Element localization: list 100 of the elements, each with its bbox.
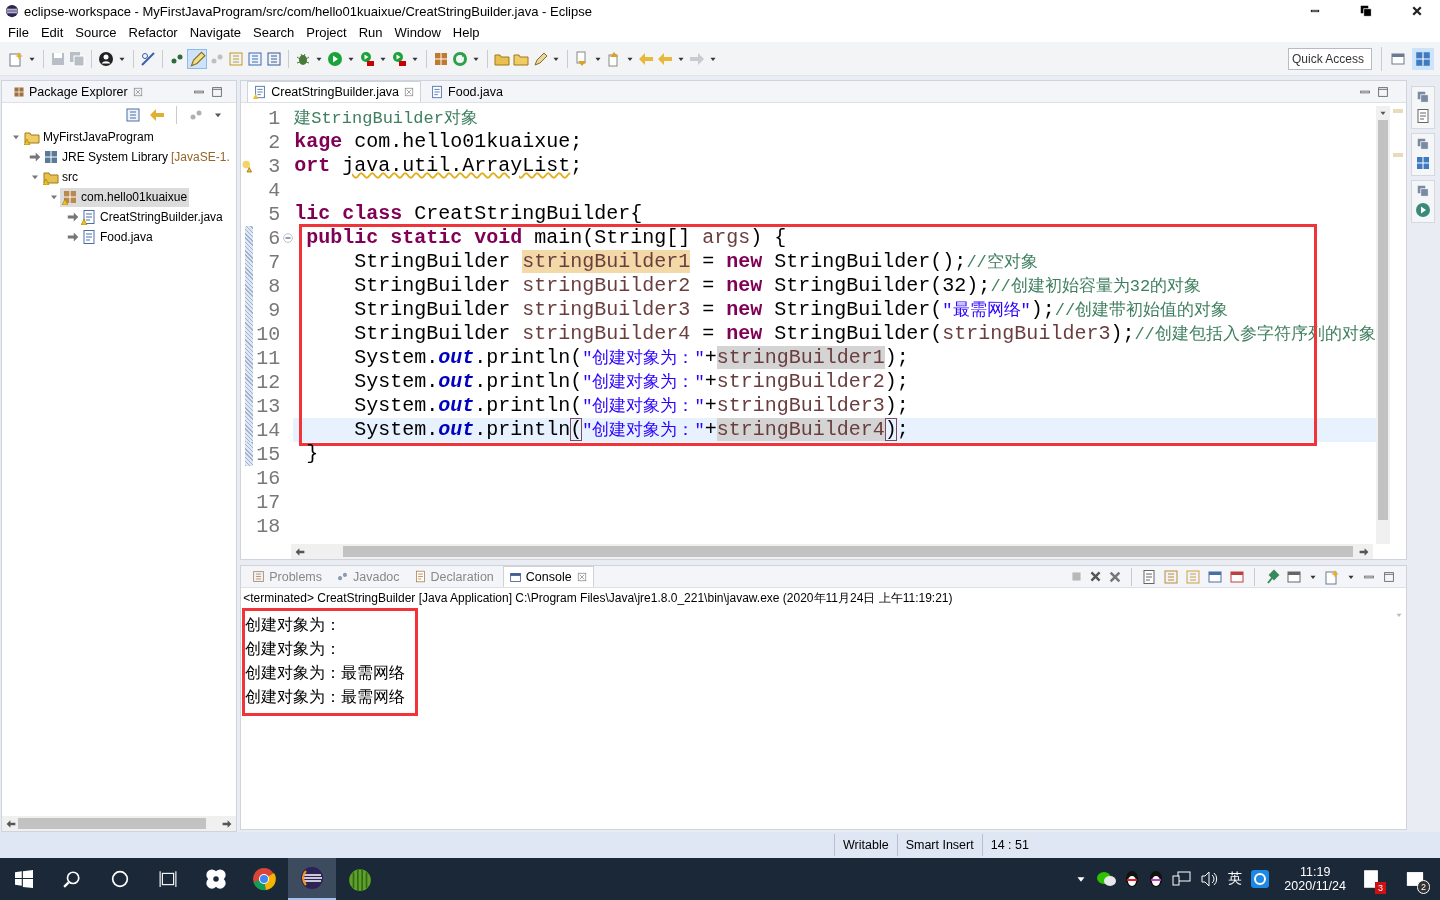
- scrollbar-thumb[interactable]: [1377, 120, 1388, 520]
- line-number: 3: [267, 154, 282, 178]
- menu-item[interactable]: Refactor: [122, 24, 184, 40]
- code-line: lic class CreatStringBuilder{: [293, 202, 644, 226]
- code-line: System.out.println("创建对象为："+stringBuilder2);: [353, 370, 910, 394]
- overview-marker[interactable]: [1392, 153, 1403, 157]
- chat-bubbles-icon[interactable]: [1096, 870, 1117, 888]
- taskbar-app[interactable]: [288, 858, 336, 900]
- console-output-line: 创建对象为：最需网络: [245, 663, 406, 683]
- editor-tab[interactable]: Food.java: [425, 81, 508, 102]
- collapsed-icon[interactable]: [67, 211, 79, 223]
- display-console-icon[interactable]: [1285, 568, 1302, 585]
- close-icon[interactable]: [1411, 5, 1423, 17]
- line-number: 11: [255, 346, 282, 370]
- menu-item[interactable]: Edit: [34, 24, 70, 40]
- maximize-icon[interactable]: [210, 84, 225, 99]
- line-number: 5: [267, 202, 282, 226]
- show-output-icon[interactable]: [1206, 568, 1223, 585]
- menu-item[interactable]: File: [2, 24, 35, 40]
- profile-icon[interactable]: [98, 50, 114, 67]
- line-number: 1: [267, 106, 282, 130]
- pen-icon[interactable]: [532, 50, 548, 67]
- melon-app-icon[interactable]: [347, 866, 373, 892]
- penguin-icon[interactable]: [1124, 869, 1141, 889]
- fold-icon[interactable]: [283, 233, 294, 243]
- menu-item[interactable]: Help: [446, 24, 486, 40]
- browser-icon[interactable]: [252, 867, 276, 891]
- scroll-right-icon[interactable]: [1358, 546, 1369, 557]
- penguin-icon[interactable]: [1148, 869, 1165, 889]
- pinwheel-icon[interactable]: [205, 868, 227, 890]
- notification-badge: 3: [1375, 882, 1386, 894]
- overview-marker[interactable]: [1392, 109, 1403, 113]
- collapsed-icon[interactable]: [67, 231, 79, 243]
- maximize-icon[interactable]: [1381, 569, 1396, 584]
- line-number: 10: [255, 322, 282, 346]
- package-explorer-icon: [13, 85, 25, 98]
- code-line: ort java.util.ArrayList;: [293, 154, 584, 178]
- menu-item[interactable]: Source: [69, 24, 123, 40]
- eclipse-logo-icon: [5, 4, 19, 18]
- line-number: 15: [255, 442, 282, 466]
- globe-icon[interactable]: [1415, 202, 1432, 218]
- code-line: StringBuilder stringBuilder1 = new StringBuilder();//空对象: [353, 250, 1039, 274]
- tree-item[interactable]: MyFirstJavaProgram: [22, 127, 156, 147]
- task-list-icon[interactable]: [1415, 108, 1432, 124]
- code-line: kage com.hello01kuaixue;: [293, 130, 584, 154]
- scroll-left-icon[interactable]: [6, 818, 16, 829]
- menu-item[interactable]: Search: [247, 24, 301, 40]
- tree-item[interactable]: JRE System Library [JavaSE-1.: [41, 147, 232, 167]
- code-line: System.out.println("创建对象为："+stringBuilder3);: [353, 394, 910, 418]
- scrollbar-thumb[interactable]: [343, 546, 1354, 557]
- highlight-pen-icon[interactable]: [188, 49, 206, 68]
- line-number: 14: [255, 418, 282, 442]
- app-tray-icon[interactable]: [1250, 869, 1271, 889]
- line-number: 17: [255, 490, 282, 514]
- close-tab-icon[interactable]: [575, 571, 588, 583]
- maximize-icon[interactable]: [1375, 84, 1390, 99]
- windows-start-icon[interactable]: [15, 870, 33, 888]
- tree-item[interactable]: Food.java: [79, 227, 155, 247]
- java-file-icon: [430, 84, 445, 99]
- cortana-icon[interactable]: [111, 870, 129, 888]
- remove-all-icon[interactable]: [1107, 569, 1122, 584]
- remove-launch-icon[interactable]: [1088, 570, 1102, 583]
- quick-access-field[interactable]: Quick Access: [1288, 47, 1372, 70]
- java-perspective-icon[interactable]: [1412, 47, 1434, 70]
- scrollbar-thumb[interactable]: [18, 818, 206, 829]
- view-tab[interactable]: Console: [502, 566, 594, 587]
- collapsed-icon[interactable]: [29, 151, 41, 163]
- tree-item[interactable]: src: [41, 167, 80, 187]
- menu-item[interactable]: Project: [300, 24, 353, 40]
- input-language[interactable]: 英: [1228, 870, 1243, 888]
- restore-icon[interactable]: [1360, 5, 1372, 17]
- network-icon[interactable]: [1172, 870, 1193, 888]
- editor-tab[interactable]: CreatStringBuilder.java: [247, 81, 422, 102]
- close-tab-icon[interactable]: [403, 86, 416, 98]
- grid-icon[interactable]: [433, 50, 449, 67]
- window-title: eclipse-workspace - MyFirstJavaProgram/src/com/hello01kuaixue/CreatStringBuilder.java - Eclipse: [24, 3, 592, 19]
- console-output-line: 创建对象为：: [245, 639, 343, 659]
- close-tab-icon[interactable]: [131, 85, 144, 98]
- code-line: StringBuilder stringBuilder2 = new StringBuilder(32);//创建初始容量为32的对象: [353, 274, 1203, 298]
- show-error-icon[interactable]: [1228, 568, 1245, 585]
- menu-item[interactable]: Run: [352, 24, 389, 40]
- code-line: System.out.println("创建对象为："+stringBuilder1);: [353, 346, 910, 370]
- outline-icon[interactable]: [1415, 155, 1432, 171]
- eclipse-app-icon[interactable]: [300, 866, 324, 890]
- scroll-left-icon[interactable]: [295, 546, 306, 557]
- coverage-icon[interactable]: [359, 50, 375, 67]
- task-view-icon[interactable]: [159, 870, 177, 888]
- process-label: <terminated> CreatStringBuilder [Java Application] C:\Program Files\Java\jre1.8.0_221\bin\javaw.exe (2020年11月24日 上午11:19:21): [242, 590, 954, 607]
- console-output-line: 创建对象为：: [245, 615, 343, 635]
- tree-item[interactable]: CreatStringBuilder.java: [79, 207, 225, 227]
- menu-item[interactable]: Window: [388, 24, 447, 40]
- clock-date[interactable]: 2020/11/24: [1284, 879, 1346, 893]
- code-line: public static void main(String[] args) {: [305, 226, 788, 250]
- search-icon[interactable]: [63, 870, 81, 888]
- line-number: 4: [267, 178, 282, 202]
- scroll-right-icon[interactable]: [222, 818, 233, 829]
- tree-item[interactable]: com.hello01kuaixue: [60, 187, 190, 207]
- action-center-icon[interactable]: [1405, 869, 1425, 889]
- clock-time[interactable]: 11:19: [1300, 865, 1331, 879]
- menu-item[interactable]: Navigate: [183, 24, 247, 40]
